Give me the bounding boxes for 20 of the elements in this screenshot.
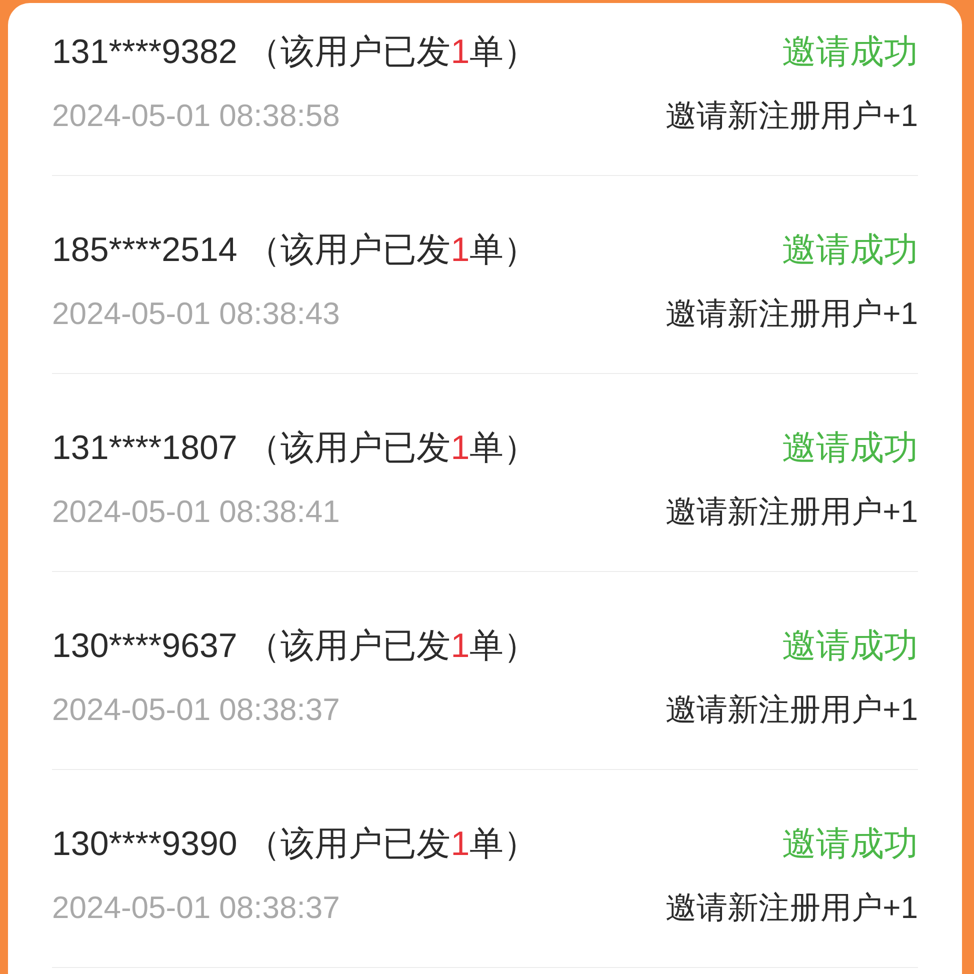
invitee-phone-orders: 130****9637 （该用户已发1单） [52,626,538,667]
invite-status: 邀请成功 [782,230,918,271]
invite-time: 2024-05-01 08:38:43 [52,295,341,333]
reward-text: 邀请新注册用户+1 [666,97,918,135]
invite-status: 邀请成功 [782,428,918,469]
reward-text: 邀请新注册用户+1 [666,295,918,333]
invite-time: 2024-05-01 08:38:41 [52,493,341,531]
invite-status: 邀请成功 [782,626,918,667]
invite-status: 邀请成功 [782,32,918,73]
reward-text: 邀请新注册用户+1 [666,493,918,531]
invitee-phone-orders: 185****2514 （该用户已发1单） [52,230,538,271]
invitee-phone-orders: 130****9390 （该用户已发1单） [52,824,538,865]
reward-text: 邀请新注册用户+1 [666,691,918,729]
invite-status: 邀请成功 [782,824,918,865]
invite-time: 2024-05-01 08:38:58 [52,97,341,135]
invitee-phone-orders: 131****9382 （该用户已发1单） [52,32,538,73]
invite-time: 2024-05-01 08:38:37 [52,889,341,927]
invite-time: 2024-05-01 08:38:37 [52,691,341,729]
reward-text: 邀请新注册用户+1 [666,889,918,927]
invitee-phone-orders: 131****1807 （该用户已发1单） [52,428,538,469]
